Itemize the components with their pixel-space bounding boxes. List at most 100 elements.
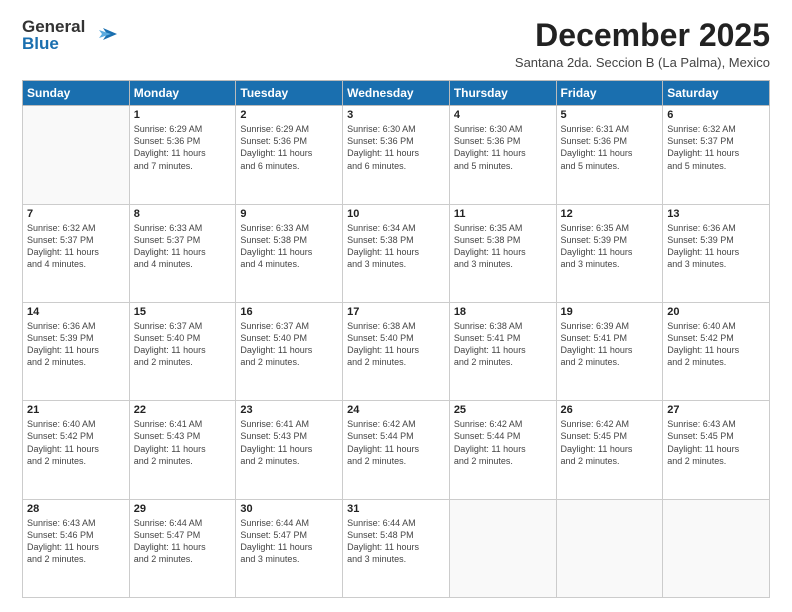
day-cell: 12 Sunrise: 6:35 AM Sunset: 5:39 PM Dayli…	[556, 204, 663, 302]
day-number: 14	[27, 306, 125, 318]
day-cell	[556, 499, 663, 597]
day-cell: 28 Sunrise: 6:43 AM Sunset: 5:46 PM Dayli…	[23, 499, 130, 597]
day-cell: 9Sunrise: 6:33 AM Sunset: 5:38 PM Daylig…	[236, 204, 343, 302]
day-cell: 23 Sunrise: 6:41 AM Sunset: 5:43 PM Dayli…	[236, 401, 343, 499]
day-cell: 10Sunrise: 6:34 AM Sunset: 5:38 PM Dayli…	[343, 204, 450, 302]
day-info: Sunrise: 6:35 AM Sunset: 5:38 PM Dayligh…	[454, 222, 552, 271]
day-number: 19	[561, 306, 659, 318]
day-number: 7	[27, 208, 125, 220]
day-cell: 3 Sunrise: 6:30 AM Sunset: 5:36 PM Daylig…	[343, 106, 450, 204]
day-cell: 24Sunrise: 6:42 AM Sunset: 5:44 PM Dayli…	[343, 401, 450, 499]
day-info: Sunrise: 6:42 AM Sunset: 5:45 PM Dayligh…	[561, 418, 659, 467]
weekday-thursday: Thursday	[449, 81, 556, 106]
day-number: 6	[667, 109, 765, 121]
day-cell: 19 Sunrise: 6:39 AM Sunset: 5:41 PM Dayli…	[556, 302, 663, 400]
day-info: Sunrise: 6:42 AM Sunset: 5:44 PM Dayligh…	[347, 418, 445, 467]
day-number: 16	[240, 306, 338, 318]
month-title: December 2025	[515, 18, 770, 53]
weekday-saturday: Saturday	[663, 81, 770, 106]
day-cell: 25 Sunrise: 6:42 AM Sunset: 5:44 PM Dayli…	[449, 401, 556, 499]
logo-blue: Blue	[22, 35, 85, 52]
day-info: Sunrise: 6:43 AM Sunset: 5:45 PM Dayligh…	[667, 418, 765, 467]
day-info: Sunrise: 6:36 AM Sunset: 5:39 PM Dayligh…	[667, 222, 765, 271]
logo: General Blue	[22, 18, 119, 52]
day-cell	[23, 106, 130, 204]
day-cell: 29Sunrise: 6:44 AM Sunset: 5:47 PM Dayli…	[129, 499, 236, 597]
weekday-monday: Monday	[129, 81, 236, 106]
day-info: Sunrise: 6:44 AM Sunset: 5:47 PM Dayligh…	[240, 517, 338, 566]
day-info: Sunrise: 6:38 AM Sunset: 5:41 PM Dayligh…	[454, 320, 552, 369]
header: General Blue December 2025 Santana 2da. …	[22, 18, 770, 70]
day-info: Sunrise: 6:41 AM Sunset: 5:43 PM Dayligh…	[134, 418, 232, 467]
day-info: Sunrise: 6:40 AM Sunset: 5:42 PM Dayligh…	[27, 418, 125, 467]
day-number: 18	[454, 306, 552, 318]
day-info: Sunrise: 6:32 AM Sunset: 5:37 PM Dayligh…	[27, 222, 125, 271]
day-cell: 26 Sunrise: 6:42 AM Sunset: 5:45 PM Dayli…	[556, 401, 663, 499]
week-row-2: 7 Sunrise: 6:32 AM Sunset: 5:37 PM Daylig…	[23, 204, 770, 302]
week-row-5: 28 Sunrise: 6:43 AM Sunset: 5:46 PM Dayli…	[23, 499, 770, 597]
day-info: Sunrise: 6:38 AM Sunset: 5:40 PM Dayligh…	[347, 320, 445, 369]
weekday-tuesday: Tuesday	[236, 81, 343, 106]
day-number: 12	[561, 208, 659, 220]
day-number: 15	[134, 306, 232, 318]
day-info: Sunrise: 6:29 AM Sunset: 5:36 PM Dayligh…	[134, 123, 232, 172]
day-info: Sunrise: 6:30 AM Sunset: 5:36 PM Dayligh…	[347, 123, 445, 172]
day-info: Sunrise: 6:44 AM Sunset: 5:47 PM Dayligh…	[134, 517, 232, 566]
day-number: 26	[561, 404, 659, 416]
day-info: Sunrise: 6:39 AM Sunset: 5:41 PM Dayligh…	[561, 320, 659, 369]
day-cell: 4Sunrise: 6:30 AM Sunset: 5:36 PM Daylig…	[449, 106, 556, 204]
day-cell: 15Sunrise: 6:37 AM Sunset: 5:40 PM Dayli…	[129, 302, 236, 400]
day-info: Sunrise: 6:41 AM Sunset: 5:43 PM Dayligh…	[240, 418, 338, 467]
day-info: Sunrise: 6:32 AM Sunset: 5:37 PM Dayligh…	[667, 123, 765, 172]
day-cell	[663, 499, 770, 597]
day-cell: 18 Sunrise: 6:38 AM Sunset: 5:41 PM Dayli…	[449, 302, 556, 400]
day-cell: 21Sunrise: 6:40 AM Sunset: 5:42 PM Dayli…	[23, 401, 130, 499]
day-cell: 7 Sunrise: 6:32 AM Sunset: 5:37 PM Daylig…	[23, 204, 130, 302]
day-number: 9	[240, 208, 338, 220]
week-row-3: 14Sunrise: 6:36 AM Sunset: 5:39 PM Dayli…	[23, 302, 770, 400]
day-info: Sunrise: 6:44 AM Sunset: 5:48 PM Dayligh…	[347, 517, 445, 566]
logo-general: General	[22, 18, 85, 35]
day-info: Sunrise: 6:42 AM Sunset: 5:44 PM Dayligh…	[454, 418, 552, 467]
title-block: December 2025 Santana 2da. Seccion B (La…	[515, 18, 770, 70]
day-cell: 11Sunrise: 6:35 AM Sunset: 5:38 PM Dayli…	[449, 204, 556, 302]
day-number: 5	[561, 109, 659, 121]
day-info: Sunrise: 6:29 AM Sunset: 5:36 PM Dayligh…	[240, 123, 338, 172]
day-number: 3	[347, 109, 445, 121]
day-number: 1	[134, 109, 232, 121]
day-cell: 5 Sunrise: 6:31 AM Sunset: 5:36 PM Daylig…	[556, 106, 663, 204]
day-cell: 22 Sunrise: 6:41 AM Sunset: 5:43 PM Dayli…	[129, 401, 236, 499]
day-cell: 6 Sunrise: 6:32 AM Sunset: 5:37 PM Daylig…	[663, 106, 770, 204]
day-info: Sunrise: 6:30 AM Sunset: 5:36 PM Dayligh…	[454, 123, 552, 172]
weekday-friday: Friday	[556, 81, 663, 106]
day-number: 22	[134, 404, 232, 416]
day-info: Sunrise: 6:33 AM Sunset: 5:37 PM Dayligh…	[134, 222, 232, 271]
day-info: Sunrise: 6:31 AM Sunset: 5:36 PM Dayligh…	[561, 123, 659, 172]
day-number: 23	[240, 404, 338, 416]
week-row-1: 1 Sunrise: 6:29 AM Sunset: 5:36 PM Daylig…	[23, 106, 770, 204]
day-cell: 16Sunrise: 6:37 AM Sunset: 5:40 PM Dayli…	[236, 302, 343, 400]
day-number: 20	[667, 306, 765, 318]
day-cell: 20Sunrise: 6:40 AM Sunset: 5:42 PM Dayli…	[663, 302, 770, 400]
day-cell: 30Sunrise: 6:44 AM Sunset: 5:47 PM Dayli…	[236, 499, 343, 597]
day-cell: 31 Sunrise: 6:44 AM Sunset: 5:48 PM Dayli…	[343, 499, 450, 597]
day-cell: 2 Sunrise: 6:29 AM Sunset: 5:36 PM Daylig…	[236, 106, 343, 204]
day-number: 31	[347, 503, 445, 515]
calendar: SundayMondayTuesdayWednesdayThursdayFrid…	[22, 80, 770, 598]
week-row-4: 21Sunrise: 6:40 AM Sunset: 5:42 PM Dayli…	[23, 401, 770, 499]
day-number: 17	[347, 306, 445, 318]
day-cell: 8Sunrise: 6:33 AM Sunset: 5:37 PM Daylig…	[129, 204, 236, 302]
day-info: Sunrise: 6:35 AM Sunset: 5:39 PM Dayligh…	[561, 222, 659, 271]
day-number: 2	[240, 109, 338, 121]
day-cell: 13 Sunrise: 6:36 AM Sunset: 5:39 PM Dayli…	[663, 204, 770, 302]
logo-bird-icon	[89, 20, 119, 50]
weekday-wednesday: Wednesday	[343, 81, 450, 106]
day-number: 13	[667, 208, 765, 220]
page: General Blue December 2025 Santana 2da. …	[0, 0, 792, 612]
day-cell: 27Sunrise: 6:43 AM Sunset: 5:45 PM Dayli…	[663, 401, 770, 499]
day-cell: 14Sunrise: 6:36 AM Sunset: 5:39 PM Dayli…	[23, 302, 130, 400]
day-number: 28	[27, 503, 125, 515]
day-info: Sunrise: 6:34 AM Sunset: 5:38 PM Dayligh…	[347, 222, 445, 271]
day-number: 25	[454, 404, 552, 416]
day-info: Sunrise: 6:43 AM Sunset: 5:46 PM Dayligh…	[27, 517, 125, 566]
